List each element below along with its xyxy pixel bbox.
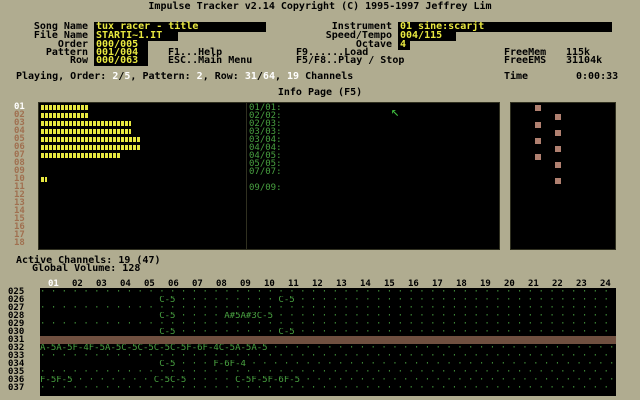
- global-volume: Global Volume: 128: [32, 263, 141, 274]
- freeems-value: 31104k: [566, 55, 603, 66]
- help-f5f8[interactable]: F5/F8..Play / Stop: [296, 56, 404, 66]
- playing-status: Playing, Order: 2/5, Pattern: 2, Row: 31…: [16, 71, 354, 82]
- sample-list-panel: 01/01: 02/02: 02/03: 03/03: 03/04: 04/04: 04/0…: [246, 102, 500, 250]
- pattern-row[interactable]: C-5 · · · · A#5A#3C-5 · · · · · · · · · …: [40, 312, 616, 320]
- activity-dot: [535, 138, 541, 144]
- volume-bar: [41, 129, 132, 134]
- help-esc[interactable]: ESC..Main Menu: [168, 56, 252, 66]
- pattern-row[interactable]: · · · · · · · · · · · · · · · · · · · · …: [40, 384, 616, 392]
- activity-dot: [535, 154, 541, 160]
- pattern-rows: · · · · · · · · · · · · · · · · · · · · …: [0, 288, 640, 396]
- app-title: Impulse Tracker v2.14 Copyright (C) 1995…: [148, 1, 492, 12]
- pattern-row[interactable]: · · · · · · · · · · · · · · · · · · · · …: [40, 304, 616, 312]
- channel-activity-panel: [510, 102, 616, 250]
- info-page-title: Info Page (F5): [277, 87, 363, 98]
- time-label: Time: [504, 71, 529, 82]
- pattern-row[interactable]: [40, 336, 616, 344]
- row-label: Row: [69, 55, 88, 66]
- sample-list-item: 09/09:: [249, 183, 282, 193]
- freeems-label: FreeEMS: [504, 55, 547, 66]
- pattern-row[interactable]: C-5 · · · F-6F-4 · · · · · · · · · · · ·…: [40, 360, 616, 368]
- octave-label: Octave: [355, 39, 392, 50]
- time-value: 0:00:33: [576, 71, 619, 82]
- channel-number-list: 01 02 03 04 05 06 07 08 09 10 11 12 13 14 15 16 17 18: [14, 103, 38, 248]
- volume-bar: [41, 153, 122, 158]
- channel-header-row: 01 02 03 04 05 06 07 08 09 10 11 12 13 14 15 16 17 18 19 20…: [40, 279, 616, 289]
- pattern-row[interactable]: · · · · · · · · · · · · · · · · · · · · …: [40, 288, 616, 296]
- volume-bar: [41, 145, 142, 150]
- activity-dot: [555, 146, 561, 152]
- pattern-row[interactable]: · · · · · · · · · · · · · · · · · · · · …: [40, 352, 616, 360]
- pattern-row[interactable]: · · · · · · · · · · · · · · · · · · · · …: [40, 368, 616, 376]
- activity-dot: [555, 162, 561, 168]
- pattern-row[interactable]: A-5A-5F-4F-5A-5C-5C-5C-5C-5F-6F-4C-5A-5A…: [40, 344, 616, 352]
- pattern-row[interactable]: C-5 · · · · · · · · · C-5 · · · · · · · …: [40, 328, 616, 336]
- volume-bar: [41, 121, 132, 126]
- volume-bar: [41, 177, 48, 182]
- activity-dot: [555, 130, 561, 136]
- row-field[interactable]: 000/063: [94, 56, 148, 66]
- activity-dot: [555, 114, 561, 120]
- channel-number: 18: [14, 238, 25, 248]
- volume-bar: [41, 113, 90, 118]
- mouse-cursor-icon: ↖: [391, 104, 400, 120]
- activity-dot: [535, 122, 541, 128]
- volume-bars-panel: [38, 102, 248, 250]
- volume-bar: [41, 137, 142, 142]
- activity-dot: [555, 178, 561, 184]
- pattern-row[interactable]: C-5 · · · · · · · · · C-5 · · · · · · · …: [40, 296, 616, 304]
- pattern-row[interactable]: F-5F-5 · · · · · · · C-5C-5 · · · · C-5F…: [40, 376, 616, 384]
- volume-bar: [41, 105, 90, 110]
- activity-dot: [535, 105, 541, 111]
- octave-field[interactable]: 4: [398, 40, 410, 50]
- pattern-row[interactable]: · · · · · · · · · · · · · · · · · · · · …: [40, 320, 616, 328]
